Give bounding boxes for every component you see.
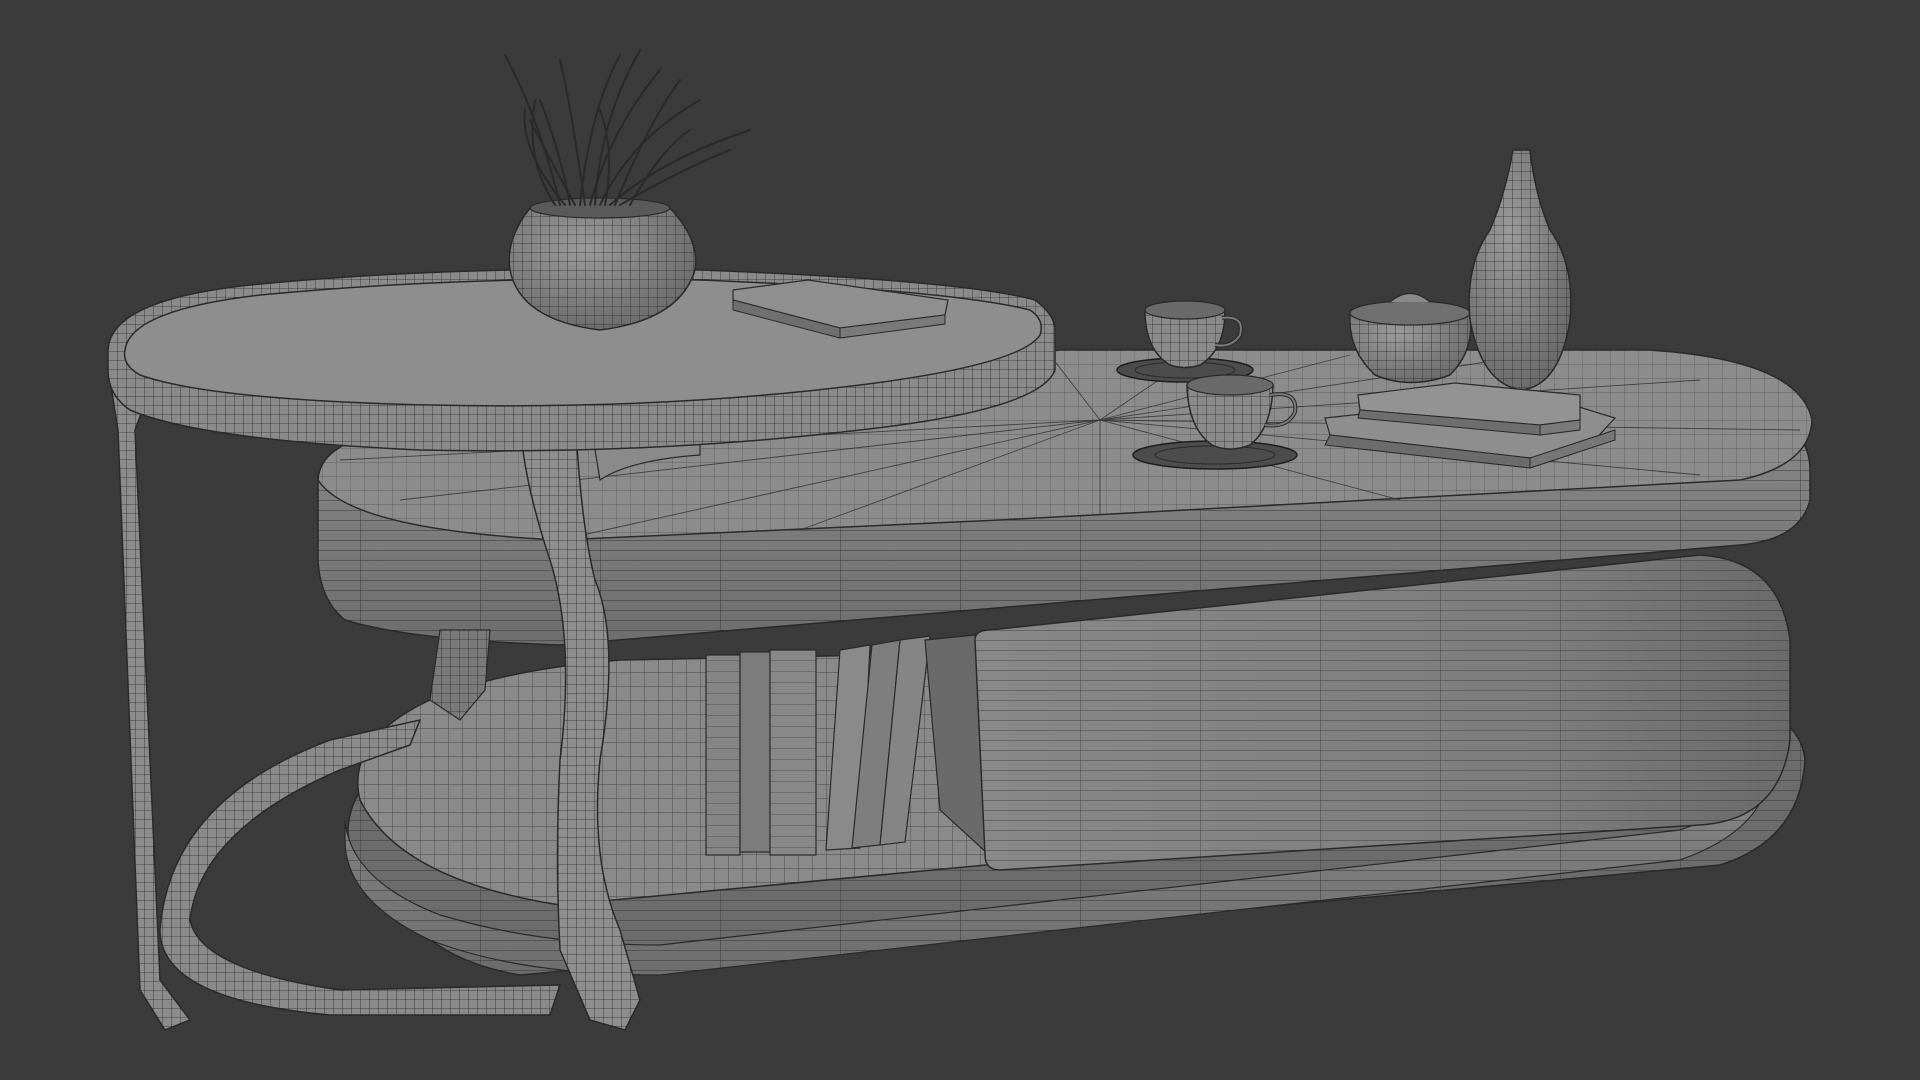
grass-plant bbox=[504, 49, 751, 206]
3d-viewport bbox=[0, 0, 1920, 1080]
bottle-vase bbox=[1468, 149, 1572, 391]
wireframe-render bbox=[107, 49, 1813, 1031]
